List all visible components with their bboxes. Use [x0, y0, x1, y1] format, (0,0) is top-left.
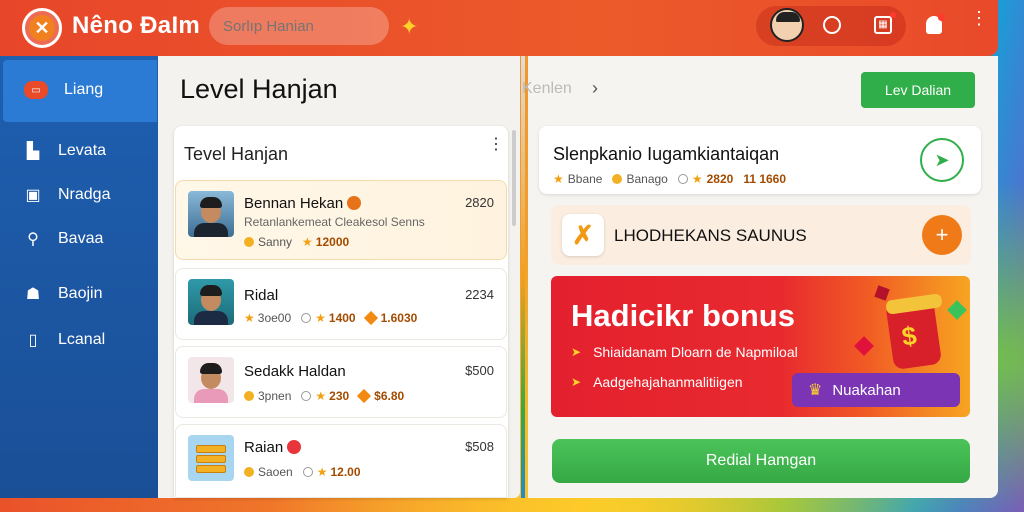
info-card[interactable]: Slenpkanio Iugamkiantaiqan ★ Bbane Banago…: [539, 126, 981, 194]
sidebar-item-label: Lcanal: [58, 331, 106, 348]
list-item[interactable]: Bennan Hekan Retanlankemeat Cleakesol Se…: [175, 180, 507, 260]
user-icon: ☗: [25, 286, 41, 303]
star-icon: ★: [244, 311, 255, 325]
star-icon: ★: [316, 465, 328, 479]
divider: [521, 56, 525, 498]
sidebar-item-baojin[interactable]: ☗ Baojin: [24, 282, 103, 306]
avatar: [188, 279, 234, 325]
sidebar-item-label: Liang: [64, 81, 104, 98]
coin-icon: [244, 237, 254, 247]
coin-icon: [244, 467, 254, 477]
badge-icon: [347, 196, 362, 210]
more-icon[interactable]: ⋮: [488, 137, 504, 153]
add-button[interactable]: +: [922, 215, 962, 255]
scrollbar[interactable]: [512, 130, 516, 226]
list-item-stats: Saoen ★ 12.00: [244, 465, 361, 479]
badge-icon: [287, 440, 302, 454]
prize-cup-icon: $: [880, 287, 944, 371]
list-item[interactable]: Ridal ★ 3oe00 ★ 1400 1.6030 2234: [175, 268, 507, 340]
list-item-name: Ridal: [244, 287, 279, 304]
level-button[interactable]: Lev Dalian: [861, 72, 975, 108]
star-icon: ★: [315, 311, 326, 325]
chevron-right-icon[interactable]: ›: [592, 78, 598, 99]
sidebar-item-levata[interactable]: ▙ Levata: [24, 139, 106, 163]
coin-icon: [612, 174, 623, 184]
notification-dot: [938, 14, 945, 21]
document-icon: ▯: [28, 332, 38, 349]
list-card-title: Tevel Hanjan: [184, 144, 289, 164]
promo-line: ➤ Aadgehajahanmalitiigen: [571, 374, 743, 390]
home-icon: ▭: [24, 81, 48, 99]
list-item-score: $500: [465, 363, 494, 378]
list-item-name: Raian: [244, 439, 302, 456]
list-item-stats: ★ 3oe00 ★ 1400 1.6030: [244, 310, 418, 326]
gold-bars-icon: [188, 435, 234, 481]
star-icon: ✗: [562, 214, 604, 256]
arrow-icon: ➤: [571, 375, 582, 389]
list-item-score: 2234: [465, 287, 494, 302]
list-item[interactable]: Raian Saoen ★ 12.00 $508: [175, 424, 507, 498]
search-input[interactable]: [209, 7, 389, 45]
sidebar: [0, 56, 158, 498]
promo-line: ➤ Shiaidanam Dloarn de Napmiloal: [571, 344, 798, 360]
breadcrumb[interactable]: Kenlen: [522, 80, 572, 98]
crown-icon: ♛: [808, 382, 823, 399]
sidebar-item-label: Baojin: [58, 285, 103, 302]
avatar: [188, 357, 234, 403]
sidebar-item-home[interactable]: ▭ Liang: [24, 78, 103, 102]
ring-icon: [677, 174, 688, 184]
info-card-title: Slenpkanio Iugamkiantaiqan: [553, 144, 780, 164]
list-item-stats: Sanny ★ 12000: [244, 235, 349, 249]
search-icon: ⚲: [27, 231, 39, 248]
sidebar-item-label: Levata: [58, 142, 107, 159]
star-icon: ★: [302, 235, 313, 249]
list-item[interactable]: Sedakk Haldan 3pnen ★ 230 $6.80 $500: [175, 346, 507, 418]
avatar[interactable]: [770, 8, 804, 42]
page-title: Level Hanjan: [180, 74, 338, 104]
list-item-stats: 3pnen ★ 230 $6.80: [244, 388, 404, 404]
bonus-card-title: LHODHEKANS SAUNUS: [614, 226, 807, 245]
ring-icon: [301, 313, 312, 323]
star-icon: ★: [553, 172, 564, 186]
primary-action-button[interactable]: Redial Hamgan: [552, 439, 970, 483]
promo-button[interactable]: ♛ Nuakahan: [792, 373, 960, 407]
puzzle-icon[interactable]: ✦: [400, 14, 424, 39]
gem-icon: [357, 388, 372, 404]
calendar-icon[interactable]: ▦: [874, 16, 892, 34]
star-icon: ★: [691, 172, 703, 186]
star-icon: ★: [315, 389, 327, 403]
sidebar-item-lcanal[interactable]: ▯ Lcanal: [24, 328, 106, 352]
info-card-meta: ★ Bbane Banago ★ 2820 11 1660: [553, 172, 787, 186]
promo-title: Hadicikr bonus: [571, 298, 795, 333]
sidebar-item-nradga[interactable]: ▣ Nradga: [24, 183, 110, 207]
box-icon: ▣: [25, 187, 41, 204]
list-item-name: Sedakk Haldan: [244, 363, 346, 380]
gem-icon: [363, 310, 378, 326]
circle-icon[interactable]: [823, 16, 841, 34]
app-name: Nêno ĐaIm: [72, 12, 201, 39]
list-item-score: 2820: [465, 195, 494, 210]
avatar: [188, 191, 234, 237]
ring-icon: [301, 391, 312, 401]
logo-icon[interactable]: ✕: [22, 8, 62, 48]
list-item-subtitle: Retanlankemeat Cleakesol Senns: [244, 215, 425, 229]
sidebar-item-bavaa[interactable]: ⚲ Bavaa: [24, 227, 103, 251]
notification-dot: [890, 12, 896, 18]
sidebar-item-label: Bavaa: [58, 230, 104, 247]
ring-icon: [302, 467, 313, 477]
list-item-score: $508: [465, 439, 494, 454]
coin-icon: [244, 391, 254, 401]
sidebar-item-label: Nradga: [58, 186, 111, 203]
list-item-name: Bennan Hekan: [244, 195, 362, 212]
more-icon[interactable]: ⋮: [970, 9, 990, 27]
arrow-icon: ➤: [571, 345, 582, 359]
send-icon[interactable]: ➤: [920, 138, 964, 182]
building-icon: ▙: [26, 143, 40, 160]
